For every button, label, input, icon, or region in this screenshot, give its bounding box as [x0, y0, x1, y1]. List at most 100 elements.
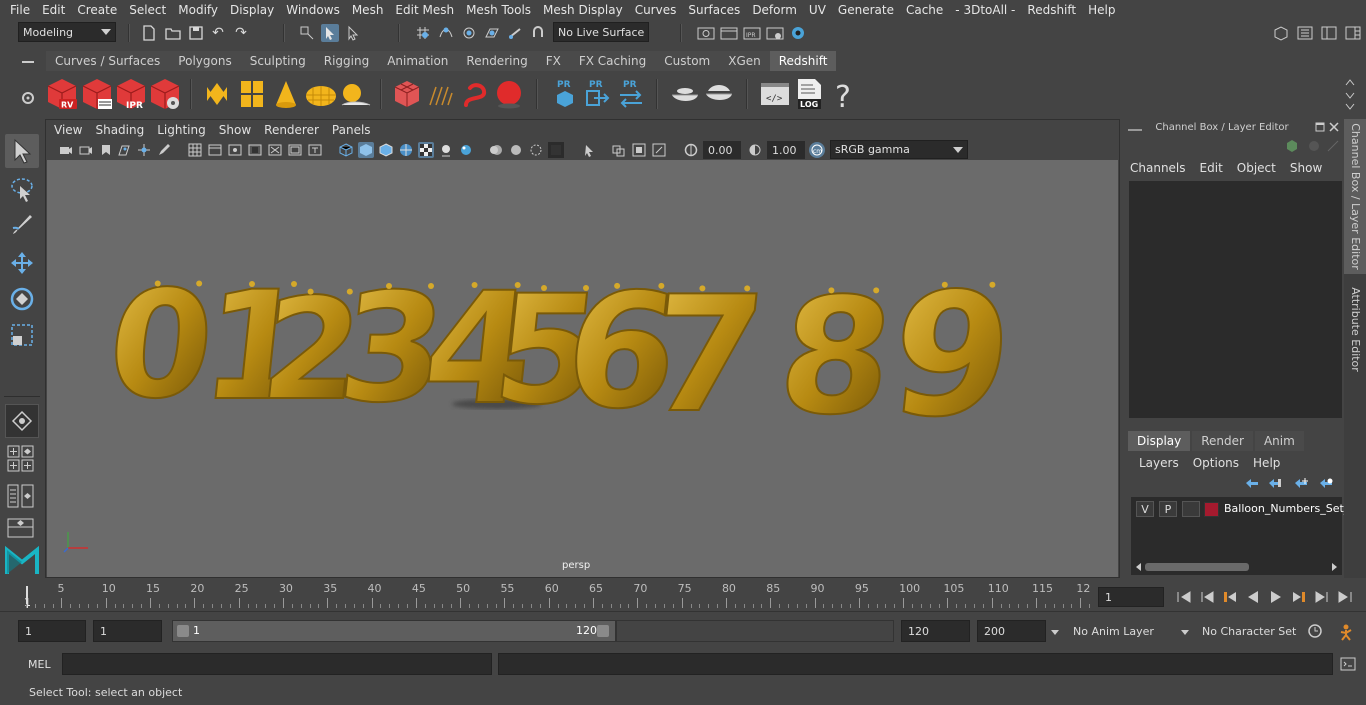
- layer-display-type-toggle[interactable]: [1182, 501, 1200, 517]
- textured-icon[interactable]: [398, 142, 414, 158]
- menu-3dtoall[interactable]: - 3DtoAll -: [949, 3, 1021, 17]
- layer-menu-layers[interactable]: Layers: [1139, 456, 1193, 470]
- field-chart-icon[interactable]: [267, 142, 283, 158]
- workspace-dropdown[interactable]: Modeling: [18, 22, 116, 42]
- auto-key-icon[interactable]: [1307, 623, 1323, 639]
- viewport-menu-show[interactable]: Show: [214, 123, 259, 137]
- shelf-tab-sculpting[interactable]: Sculpting: [240, 51, 315, 71]
- motion-blur-icon[interactable]: [488, 142, 504, 158]
- anti-aliasing-icon[interactable]: [508, 142, 524, 158]
- shelf-tab-curves-surfaces[interactable]: Curves / Surfaces: [46, 51, 170, 71]
- time-slider[interactable]: 1 51015202530354045505560657075808590951…: [18, 582, 1092, 610]
- redshift-hair-icon[interactable]: [424, 77, 458, 111]
- redshift-sphere-icon[interactable]: [492, 77, 526, 111]
- camera-attributes-icon[interactable]: [78, 142, 94, 158]
- grease-pencil-icon[interactable]: [156, 142, 172, 158]
- open-scene-icon[interactable]: [164, 24, 182, 42]
- menu-windows[interactable]: Windows: [280, 3, 346, 17]
- xray-components-icon[interactable]: [631, 142, 647, 158]
- redshift-render-view-icon[interactable]: RV: [45, 77, 79, 111]
- script-language-toggle[interactable]: MEL: [28, 658, 51, 671]
- redshift-ipr-icon[interactable]: IPR: [114, 77, 148, 111]
- render-current-frame-icon[interactable]: [720, 24, 738, 42]
- exposure-field[interactable]: 0.00: [703, 141, 741, 159]
- animation-preferences-icon[interactable]: [1337, 623, 1355, 641]
- redshift-dome-light-icon[interactable]: [304, 77, 338, 111]
- select-tool-icon[interactable]: [5, 134, 39, 168]
- two-d-pan-zoom-icon[interactable]: [136, 142, 152, 158]
- menu-generate[interactable]: Generate: [832, 3, 900, 17]
- channel-box-menu-object[interactable]: Object: [1237, 161, 1290, 175]
- attribute-editor-toggle-icon[interactable]: [1296, 24, 1314, 42]
- redshift-material-bowl-icon[interactable]: [668, 77, 702, 111]
- wireframe-icon[interactable]: [338, 142, 354, 158]
- menu-help[interactable]: Help: [1082, 3, 1121, 17]
- close-panel-icon[interactable]: [1329, 122, 1339, 132]
- redshift-script-editor-icon[interactable]: </>: [758, 77, 792, 111]
- select-camera-icon[interactable]: [58, 142, 74, 158]
- animation-end-field[interactable]: 200: [977, 620, 1046, 642]
- use-all-lights-icon[interactable]: [418, 142, 434, 158]
- redo-icon[interactable]: ↷: [232, 24, 250, 42]
- shelf-menu-icon[interactable]: [18, 55, 38, 69]
- shelf-tab-rigging[interactable]: Rigging: [314, 51, 379, 71]
- live-surface-field[interactable]: No Live Surface: [553, 22, 649, 42]
- layout-outliner-persp-icon[interactable]: [6, 518, 38, 538]
- shadows-icon[interactable]: [438, 142, 454, 158]
- playback-start-field[interactable]: 1: [93, 620, 162, 642]
- channel-box-menu-show[interactable]: Show: [1290, 161, 1336, 175]
- layer-tab-display[interactable]: Display: [1128, 431, 1191, 451]
- exposure-icon[interactable]: [683, 142, 699, 158]
- menu-curves[interactable]: Curves: [629, 3, 683, 17]
- select-by-component-icon[interactable]: [344, 24, 362, 42]
- ipr-render-icon[interactable]: IPR: [743, 24, 761, 42]
- snap-to-grid-icon[interactable]: [414, 24, 432, 42]
- layout-quad-icon[interactable]: [6, 445, 38, 473]
- select-by-hierarchy-icon[interactable]: [298, 24, 316, 42]
- color-space-dropdown[interactable]: sRGB gamma: [830, 140, 968, 159]
- redshift-pr-swap-icon[interactable]: PR: [614, 77, 648, 111]
- make-live-icon[interactable]: [506, 24, 524, 42]
- redshift-spot-light-icon[interactable]: [269, 77, 303, 111]
- paint-select-tool-icon[interactable]: [5, 208, 39, 242]
- menu-display[interactable]: Display: [224, 3, 280, 17]
- layer-name[interactable]: Balloon_Numbers_Set_: [1224, 502, 1349, 515]
- attribute-toggle-icon[interactable]: [1326, 139, 1340, 153]
- viewport-menu-panels[interactable]: Panels: [327, 123, 379, 137]
- hypershade-icon[interactable]: [789, 24, 807, 42]
- wireframe-on-shaded-icon[interactable]: [378, 142, 394, 158]
- menu-edit[interactable]: Edit: [36, 3, 71, 17]
- layer-tab-render[interactable]: Render: [1192, 431, 1253, 451]
- chevron-down-icon[interactable]: [1180, 627, 1190, 640]
- isolate-select-icon[interactable]: [548, 142, 564, 158]
- go-to-start-icon[interactable]: [1176, 589, 1192, 605]
- range-end-handle[interactable]: [597, 625, 609, 637]
- balloon-digit-9[interactable]: 9: [881, 256, 1022, 455]
- step-back-frame-icon[interactable]: [1199, 589, 1215, 605]
- step-forward-key-icon[interactable]: [1291, 589, 1307, 605]
- character-set-dropdown[interactable]: No Character Set: [1196, 620, 1300, 642]
- grid-toggle-icon[interactable]: [187, 142, 203, 158]
- step-back-key-icon[interactable]: [1222, 589, 1238, 605]
- layer-menu-options[interactable]: Options: [1193, 456, 1253, 470]
- color-management-icon[interactable]: cm: [809, 142, 825, 158]
- xray-icon[interactable]: [581, 142, 597, 158]
- current-frame-field[interactable]: 1: [1098, 587, 1164, 607]
- bookmark-icon[interactable]: [98, 142, 114, 158]
- menu-mesh-tools[interactable]: Mesh Tools: [460, 3, 537, 17]
- select-by-object-icon[interactable]: [321, 24, 339, 42]
- menu-uv[interactable]: UV: [803, 3, 832, 17]
- redshift-light-icon[interactable]: [235, 77, 269, 111]
- resolution-gate-icon[interactable]: [227, 142, 243, 158]
- menu-modify[interactable]: Modify: [172, 3, 224, 17]
- shelf-tab-fx[interactable]: FX: [536, 51, 570, 71]
- go-to-end-icon[interactable]: [1337, 589, 1353, 605]
- balloon-numbers-scene[interactable]: 0123456789: [47, 160, 1118, 577]
- rotate-tool-icon[interactable]: [5, 282, 39, 316]
- redshift-log-icon[interactable]: LOG: [792, 77, 826, 111]
- gamma-field[interactable]: 1.00: [767, 141, 805, 159]
- layer-visibility-toggle[interactable]: V: [1136, 501, 1154, 517]
- depth-of-field-icon[interactable]: [528, 142, 544, 158]
- layer-horizontal-scrollbar[interactable]: [1133, 561, 1340, 573]
- shelf-tab-xgen[interactable]: XGen: [719, 51, 770, 71]
